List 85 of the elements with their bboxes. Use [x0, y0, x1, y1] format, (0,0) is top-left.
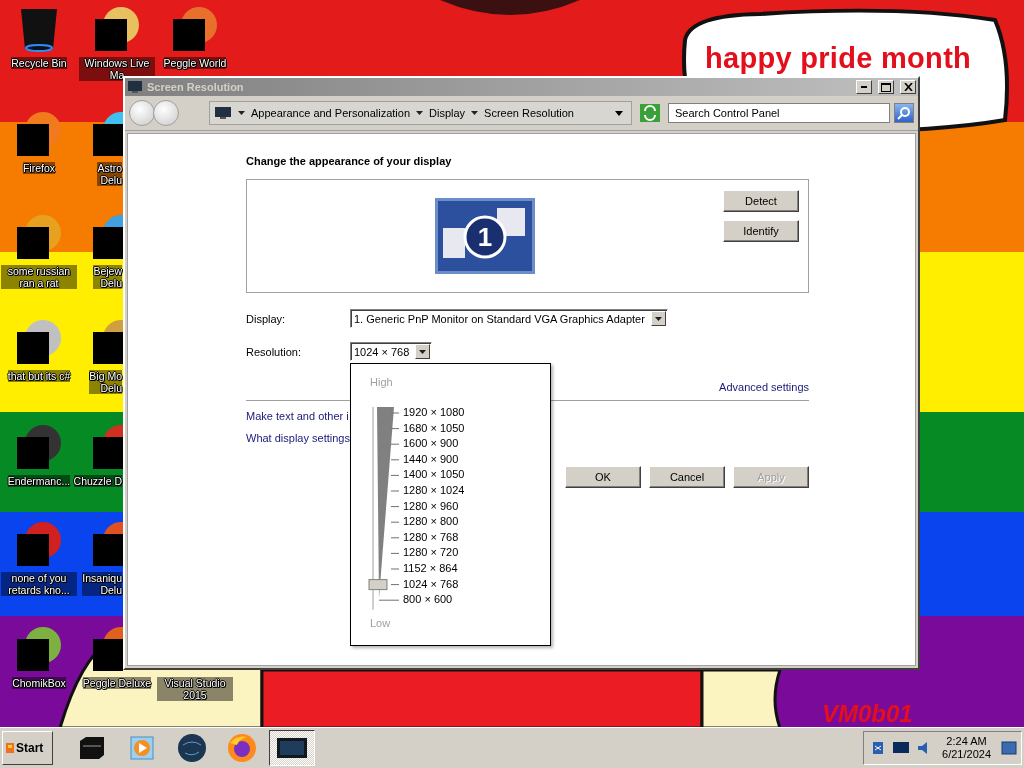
preview-button[interactable]: Identify — [723, 220, 799, 242]
dropdown[interactable]: 1024 × 768 — [350, 342, 433, 361]
help-link[interactable]: Make text and other i — [246, 410, 349, 422]
heading: Change the appearance of your display — [246, 155, 453, 167]
low-label: Low — [370, 617, 392, 629]
monitor-icon — [214, 106, 232, 120]
resolution-option[interactable]: 1280 × 1024 — [403, 482, 465, 499]
caret-icon — [471, 111, 479, 115]
preview-button[interactable]: Detect — [723, 190, 799, 212]
dialog-button[interactable]: Cancel — [649, 466, 725, 488]
icon-label[interactable]: Chuzzle D — [73, 475, 122, 487]
resolution-option[interactable]: 1280 × 800 — [403, 514, 459, 530]
start-button[interactable]: Start — [2, 731, 53, 765]
minimize-icon — [861, 86, 867, 88]
media-player-icon — [128, 734, 156, 762]
icon-label[interactable]: some russian ran a rat — [1, 265, 77, 289]
address-bar[interactable]: Appearance and Personalization Display Screen Resolution — [209, 101, 632, 125]
monitor-icon[interactable] — [892, 741, 911, 755]
field-label: Resolution: — [246, 345, 303, 358]
resolution-option[interactable]: 1680 × 1050 — [403, 420, 465, 437]
resolution-option[interactable]: 1280 × 960 — [403, 498, 459, 515]
high-label: High — [370, 376, 394, 388]
advanced-settings-link[interactable]: Advanced settings — [719, 381, 809, 393]
dialog-button[interactable]: OK — [565, 466, 641, 488]
icon-label[interactable]: that but its c# — [7, 370, 71, 382]
program-icon[interactable] — [15, 110, 63, 158]
resolution-option[interactable]: 1280 × 720 — [403, 545, 459, 561]
minimize-button[interactable] — [856, 80, 872, 94]
resolution-option[interactable]: 1280 × 768 — [403, 529, 459, 546]
icon-label[interactable]: Astro Delu — [97, 162, 122, 186]
search-button[interactable] — [894, 103, 914, 123]
program-icon[interactable] — [15, 318, 63, 366]
wallpaper-text: VM0b01 — [822, 700, 913, 727]
refresh-icon[interactable] — [640, 104, 660, 122]
flag-icon — [6, 743, 14, 753]
maximize-icon — [881, 82, 891, 92]
show-desktop-icon[interactable] — [1001, 740, 1017, 756]
search-field[interactable]: Search Control Panel — [668, 103, 890, 123]
caret-icon — [416, 111, 423, 115]
icon-label[interactable]: Peggle World — [163, 57, 227, 69]
monitor-thumbnail[interactable]: 1 — [435, 198, 535, 274]
monitor-icon — [276, 736, 308, 760]
resolution-option[interactable]: 1440 × 900 — [403, 451, 459, 468]
window-title: Screen Resolution — [147, 81, 245, 93]
search-icon — [897, 106, 911, 120]
globe-icon — [177, 733, 207, 763]
caret-icon — [238, 111, 245, 115]
icon-label[interactable]: none of you retards kno... — [1, 572, 77, 596]
clock-time[interactable]: 2:24 AM — [946, 735, 987, 748]
program-icon[interactable] — [93, 5, 141, 53]
resolution-option[interactable]: 1024 × 768 — [403, 576, 459, 593]
help-link[interactable]: What display settings — [246, 432, 350, 444]
maximize-button[interactable] — [878, 80, 894, 94]
resolution-option[interactable]: 800 × 600 — [403, 592, 453, 608]
program-icon[interactable] — [171, 5, 219, 53]
breadcrumb-item[interactable]: Appearance and Personalization — [238, 107, 410, 119]
dropdown[interactable]: 1. Generic PnP Monitor on Standard VGA Graphics Adapter — [350, 309, 668, 328]
browser-icon — [227, 733, 257, 763]
taskbar-button[interactable] — [269, 730, 315, 766]
program-icon[interactable] — [15, 213, 63, 261]
icon-label[interactable]: Recycle Bin — [11, 57, 67, 69]
clock-date[interactable]: 6/21/2024 — [942, 748, 991, 761]
icon-label[interactable]: ChomikBox — [12, 677, 66, 689]
dropdown-icon — [419, 349, 427, 354]
close-button[interactable] — [900, 80, 916, 94]
dropdown-icon — [654, 316, 662, 321]
monitor-icon — [127, 80, 143, 94]
icon-label[interactable]: Big Mo Delu — [89, 370, 122, 394]
icon-label[interactable]: Firefox — [22, 162, 56, 174]
close-icon — [903, 83, 913, 91]
slider-thumb[interactable] — [368, 579, 388, 591]
breadcrumb-item[interactable]: Display — [416, 107, 466, 119]
device-icon — [77, 735, 107, 761]
resolution-option[interactable]: 1152 × 864 — [403, 560, 458, 577]
resolution-option[interactable]: 1920 × 1080 — [403, 405, 465, 421]
dropdown-icon[interactable] — [615, 110, 623, 116]
program-icon[interactable] — [15, 625, 63, 673]
wallpaper-text: happy pride month — [705, 42, 972, 75]
field-label: Display: — [246, 312, 287, 325]
resolution-option[interactable]: 1600 × 900 — [403, 436, 459, 452]
icon-label[interactable]: Insaniqu Delu — [82, 572, 122, 596]
resolution-option[interactable]: 1400 × 1050 — [403, 467, 465, 483]
breadcrumb-item[interactable]: Screen Resolution — [471, 107, 574, 119]
icon-label[interactable]: Bejew Delu — [93, 265, 122, 289]
icon-label[interactable]: Endermanc... — [7, 475, 71, 487]
